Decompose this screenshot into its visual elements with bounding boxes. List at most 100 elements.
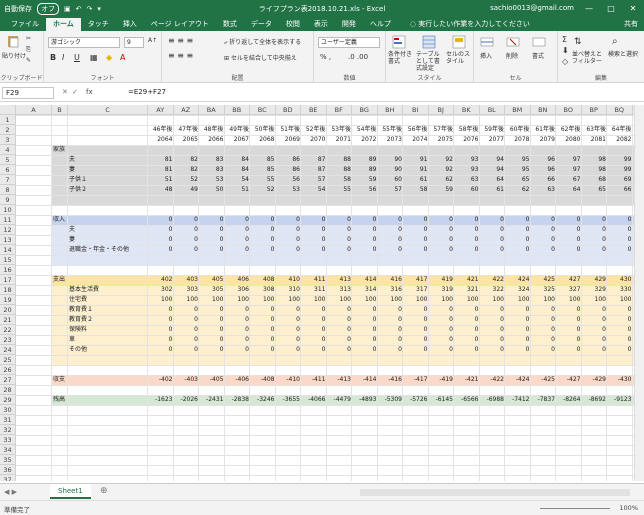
table-cell[interactable]: 93 [454, 165, 480, 175]
table-cell[interactable]: 62 [429, 175, 455, 185]
table-cell[interactable]: 0 [225, 225, 251, 235]
tab-home[interactable]: ホーム [46, 18, 81, 31]
table-cell[interactable]: 0 [250, 335, 276, 345]
table-cell[interactable]: 2082 [607, 135, 633, 145]
table-cell[interactable]: -7837 [531, 395, 557, 405]
table-cell[interactable]: 0 [582, 305, 608, 315]
row-header[interactable]: 17 [0, 275, 16, 285]
table-cell[interactable]: 51年後 [276, 125, 302, 135]
table-cell[interactable]: 417 [403, 275, 429, 285]
table-cell[interactable]: 58 [403, 185, 429, 195]
table-cell[interactable]: 95 [505, 155, 531, 165]
table-cell[interactable]: 0 [327, 235, 353, 245]
table-cell[interactable]: 0 [174, 315, 200, 325]
row-header[interactable]: 13 [0, 235, 16, 245]
table-cell[interactable]: 82 [174, 165, 200, 175]
table-cell[interactable]: 66 [531, 175, 557, 185]
table-cell[interactable]: 100 [174, 295, 200, 305]
table-cell[interactable]: 56 [276, 175, 302, 185]
table-cell[interactable]: 0 [327, 225, 353, 235]
formula-input[interactable]: =E29+F27 [128, 88, 166, 96]
table-cell[interactable]: 0 [352, 225, 378, 235]
table-cell[interactable]: 2069 [276, 135, 302, 145]
table-cell[interactable]: 0 [225, 315, 251, 325]
table-cell[interactable]: 89 [352, 155, 378, 165]
table-cell[interactable]: 84 [225, 155, 251, 165]
table-cell[interactable]: -5726 [403, 395, 429, 405]
table-cell[interactable]: -414 [352, 375, 378, 385]
table-cell[interactable]: 0 [480, 305, 506, 315]
table-cell[interactable]: 0 [480, 235, 506, 245]
number-format-select[interactable]: ユーザー定義 [318, 37, 380, 48]
align-top-icon[interactable]: ≡ ≡ ≡ [168, 36, 193, 45]
table-cell[interactable]: 100 [556, 295, 582, 305]
table-cell[interactable]: 0 [199, 245, 225, 255]
table-cell[interactable]: 62 [505, 185, 531, 195]
table-format-button[interactable]: テーブルとして書式設定 [416, 51, 444, 72]
table-cell[interactable]: 0 [582, 335, 608, 345]
table-cell[interactable]: 2078 [505, 135, 531, 145]
table-cell[interactable]: 0 [378, 305, 404, 315]
table-cell[interactable]: 63 [454, 175, 480, 185]
table-cell[interactable]: 64 [556, 185, 582, 195]
border-icon[interactable]: ▦ [90, 53, 98, 62]
table-cell[interactable]: 56 [352, 185, 378, 195]
table-cell[interactable]: 2074 [403, 135, 429, 145]
table-cell[interactable]: 100 [429, 295, 455, 305]
table-cell[interactable]: 52年後 [301, 125, 327, 135]
tab-formulas[interactable]: 数式 [216, 18, 244, 31]
table-cell[interactable]: 321 [454, 285, 480, 295]
table-cell[interactable]: 0 [148, 305, 174, 315]
table-cell[interactable]: 329 [582, 285, 608, 295]
table-cell[interactable]: 0 [199, 225, 225, 235]
row-header[interactable]: 29 [0, 395, 16, 405]
row-header[interactable]: 18 [0, 285, 16, 295]
table-cell[interactable]: 92 [429, 155, 455, 165]
table-cell[interactable]: -430 [607, 375, 633, 385]
table-cell[interactable]: 0 [505, 315, 531, 325]
row-header[interactable]: 22 [0, 325, 16, 335]
table-cell[interactable]: 64 [480, 175, 506, 185]
wrap-text-button[interactable]: ⤶ 折り返して全体を表示する [224, 37, 301, 47]
vertical-scrollbar[interactable] [634, 105, 644, 481]
row-header[interactable]: 12 [0, 225, 16, 235]
table-cell[interactable]: 60年後 [505, 125, 531, 135]
table-cell[interactable]: 0 [301, 305, 327, 315]
table-cell[interactable]: 402 [148, 275, 174, 285]
table-cell[interactable]: 91 [403, 155, 429, 165]
table-cell[interactable]: 0 [352, 245, 378, 255]
table-cell[interactable]: 81 [148, 165, 174, 175]
table-cell[interactable]: 0 [454, 225, 480, 235]
table-cell[interactable]: 94 [480, 155, 506, 165]
table-cell[interactable]: 88 [327, 155, 353, 165]
row-header[interactable]: 14 [0, 245, 16, 255]
tab-review[interactable]: 校閲 [279, 18, 307, 31]
table-cell[interactable]: 0 [505, 235, 531, 245]
column-header[interactable]: BK [454, 105, 480, 115]
table-cell[interactable]: 0 [531, 225, 557, 235]
column-header[interactable]: BH [377, 105, 403, 115]
table-cell[interactable]: 0 [429, 315, 455, 325]
table-cell[interactable]: 425 [531, 275, 557, 285]
table-cell[interactable]: -403 [174, 375, 200, 385]
table-cell[interactable]: 0 [531, 235, 557, 245]
table-cell[interactable]: 84 [225, 165, 251, 175]
table-cell[interactable]: 58 [327, 175, 353, 185]
add-sheet-icon[interactable]: ⊕ [100, 486, 108, 496]
horizontal-scrollbar[interactable] [360, 489, 630, 496]
table-cell[interactable]: 2068 [250, 135, 276, 145]
table-cell[interactable]: 302 [148, 285, 174, 295]
table-cell[interactable]: 0 [250, 235, 276, 245]
table-cell[interactable]: 48年後 [199, 125, 225, 135]
table-cell[interactable]: 55 [250, 175, 276, 185]
table-cell[interactable]: 0 [276, 235, 302, 245]
table-cell[interactable]: 0 [454, 315, 480, 325]
table-cell[interactable]: 0 [174, 245, 200, 255]
table-cell[interactable]: 0 [148, 215, 174, 225]
table-cell[interactable]: -6566 [454, 395, 480, 405]
table-cell[interactable]: 2067 [225, 135, 251, 145]
enter-icon[interactable]: ✓ [72, 88, 78, 96]
table-cell[interactable]: 0 [505, 305, 531, 315]
table-cell[interactable]: 0 [250, 215, 276, 225]
table-cell[interactable]: 419 [429, 275, 455, 285]
